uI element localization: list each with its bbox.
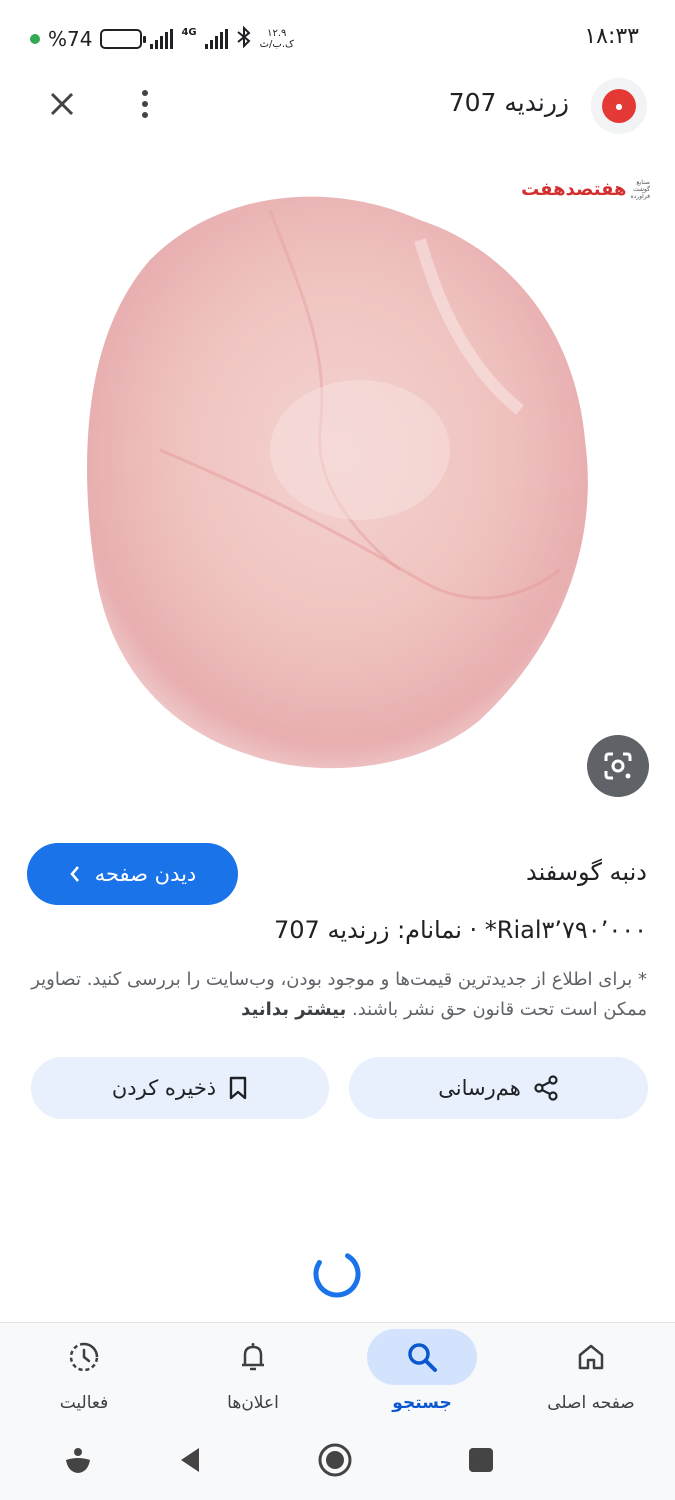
nav-notifications-label: اعلان‌ها bbox=[227, 1393, 279, 1413]
visit-page-label: دیدن صفحه bbox=[94, 862, 197, 886]
signal-strength-icon bbox=[150, 29, 174, 49]
activity-history-icon bbox=[69, 1342, 99, 1372]
result-image[interactable]: صنایع گوشت فرآورده هفتصدهفت bbox=[0, 150, 675, 810]
share-label: هم‌رسانی bbox=[438, 1076, 521, 1100]
lens-search-button[interactable] bbox=[587, 735, 649, 797]
search-icon bbox=[408, 1343, 437, 1372]
site-logo-mark: ● bbox=[602, 89, 636, 123]
viewer-header: زرندیه 707 ● bbox=[0, 76, 675, 136]
system-navigation-bar bbox=[0, 1422, 675, 1500]
nav-search-icon-wrap bbox=[367, 1329, 477, 1385]
more-vert-icon bbox=[142, 90, 148, 96]
back-button[interactable] bbox=[168, 1438, 212, 1482]
home-system-button[interactable] bbox=[313, 1438, 357, 1482]
visit-page-button[interactable]: دیدن صفحه bbox=[27, 843, 238, 905]
bluetooth-icon bbox=[236, 25, 252, 53]
assistant-icon bbox=[66, 1448, 90, 1473]
watermark-small-text: صنایع گوشت فرآورده bbox=[630, 178, 650, 200]
network-speed: ۱۲.۹ ک.ب/ث bbox=[260, 28, 294, 50]
site-name[interactable]: زرندیه 707 bbox=[449, 88, 569, 117]
nav-home[interactable]: صفحه اصلی bbox=[516, 1329, 666, 1423]
nav-search[interactable]: جستجو bbox=[347, 1329, 497, 1423]
share-button[interactable]: هم‌رسانی bbox=[349, 1057, 648, 1119]
nav-search-label: جستجو bbox=[392, 1393, 452, 1413]
nav-notifications[interactable]: اعلان‌ها bbox=[178, 1329, 328, 1423]
battery-percent: %74 bbox=[48, 27, 93, 51]
price-and-brand: Rial۳٬۷۹۰٬۰۰۰* · نمانام: زرندیه 707 bbox=[274, 916, 647, 944]
loading-spinner-icon bbox=[313, 1250, 361, 1298]
more-options-button[interactable] bbox=[128, 82, 162, 126]
network-speed-value: ۱۲.۹ bbox=[267, 28, 287, 39]
recents-square-icon bbox=[469, 1448, 493, 1472]
site-logo[interactable]: ● bbox=[591, 78, 647, 134]
network-speed-unit: ک.ب/ث bbox=[259, 39, 294, 50]
watermark-text: هفتصدهفت bbox=[521, 178, 627, 200]
nav-home-icon-wrap bbox=[536, 1329, 646, 1385]
bell-icon bbox=[242, 1343, 264, 1371]
battery-icon bbox=[100, 29, 147, 49]
lens-icon bbox=[604, 752, 632, 780]
price-notice: * برای اطلاع از جدیدترین قیمت‌ها و موجود… bbox=[27, 965, 647, 1025]
brand-watermark: صنایع گوشت فرآورده هفتصدهفت bbox=[470, 172, 650, 206]
network-type: 4G bbox=[181, 27, 197, 38]
bookmark-icon bbox=[229, 1076, 247, 1100]
learn-more-link[interactable]: بیشتر بدانید bbox=[241, 999, 346, 1020]
save-button[interactable]: ذخیره کردن bbox=[31, 1057, 329, 1119]
status-icons: %74 4G ۱۲.۹ ک.ب/ث bbox=[30, 24, 294, 54]
signal-strength-icon-2 bbox=[204, 29, 228, 49]
chevron-left-icon bbox=[70, 866, 79, 882]
item-title: دنبه گوسفند bbox=[525, 858, 647, 886]
recording-dot-icon bbox=[30, 34, 40, 44]
status-time: ۱۸:۳۳ bbox=[584, 24, 639, 49]
assistant-button[interactable] bbox=[56, 1438, 100, 1482]
close-button[interactable] bbox=[40, 82, 84, 126]
back-triangle-icon bbox=[181, 1448, 199, 1472]
nav-activity-label: فعالیت bbox=[59, 1393, 109, 1413]
close-icon bbox=[50, 92, 74, 116]
share-icon bbox=[534, 1075, 558, 1101]
status-bar: %74 4G ۱۲.۹ ک.ب/ث ۱۸:۳۳ bbox=[0, 0, 675, 76]
bottom-navigation: صفحه اصلی جستجو اعلان‌ها فعالیت bbox=[0, 1322, 675, 1422]
home-icon bbox=[578, 1344, 604, 1370]
nav-activity[interactable]: فعالیت bbox=[9, 1329, 159, 1423]
product-photo bbox=[87, 196, 588, 769]
home-circle-icon bbox=[318, 1443, 352, 1477]
nav-activity-icon-wrap bbox=[29, 1329, 139, 1385]
nav-notifications-icon-wrap bbox=[198, 1329, 308, 1385]
recents-button[interactable] bbox=[459, 1438, 503, 1482]
nav-home-label: صفحه اصلی bbox=[547, 1393, 635, 1413]
save-label: ذخیره کردن bbox=[111, 1076, 217, 1100]
